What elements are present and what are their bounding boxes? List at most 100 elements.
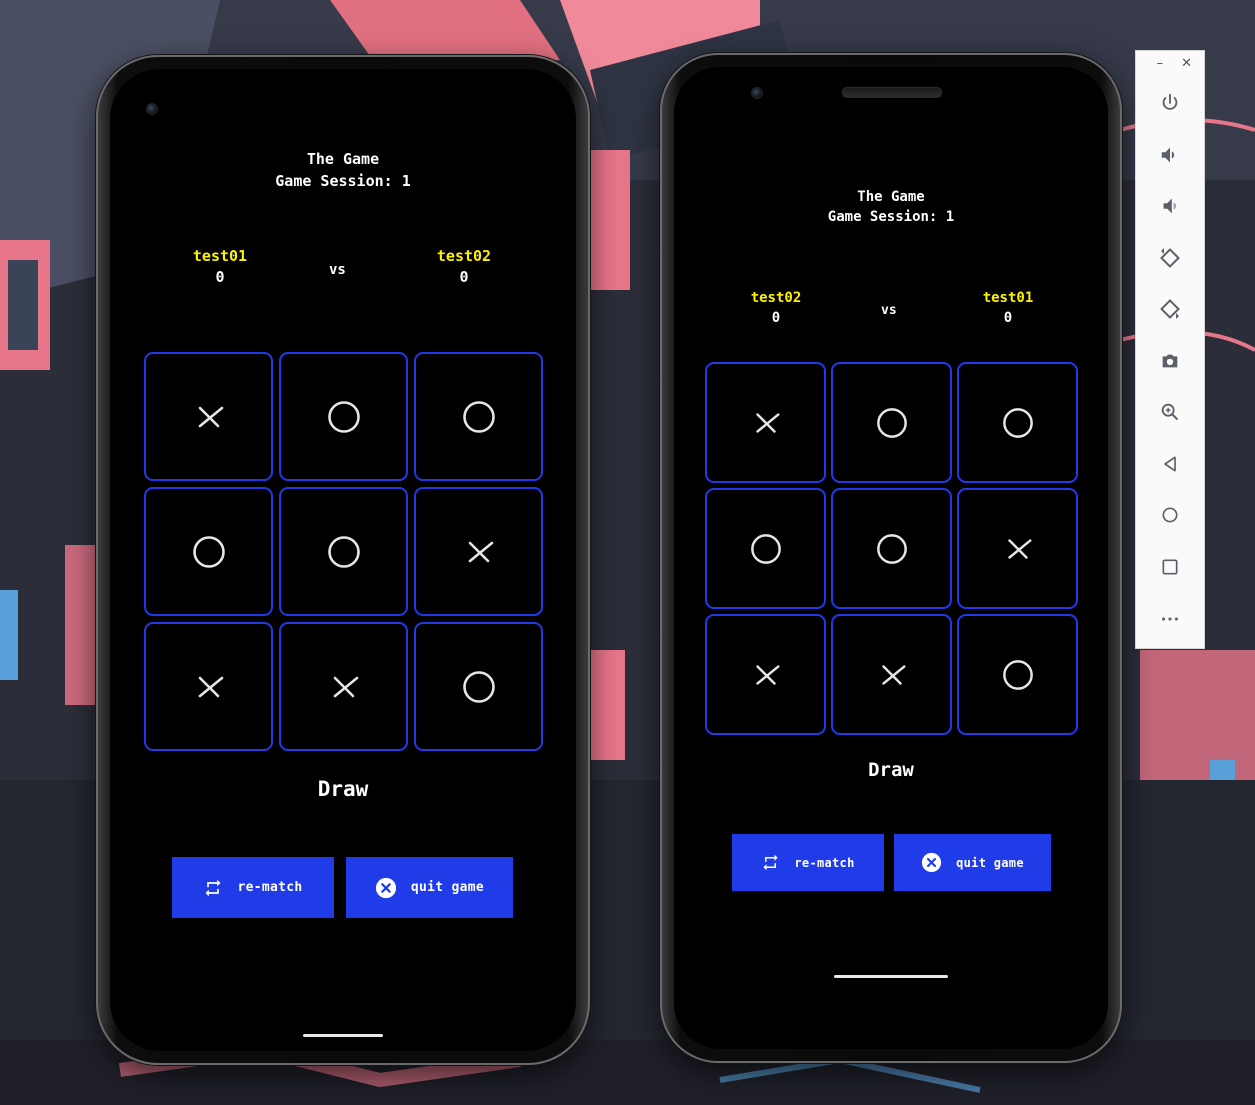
rotate-right-icon [1160, 299, 1180, 319]
board-cell[interactable] [144, 622, 273, 751]
close-icon[interactable]: ✕ [1181, 57, 1192, 70]
quit-game-button[interactable]: quit game [346, 857, 513, 918]
board-cell[interactable] [705, 614, 826, 735]
player-name: test01 [982, 290, 1034, 306]
rematch-button[interactable]: re-match [732, 834, 884, 891]
game-header: The Game Game Session: 1 [674, 187, 1108, 228]
board-cell[interactable] [705, 488, 826, 609]
player-score: 0 [771, 309, 781, 326]
power-button[interactable] [1136, 85, 1204, 121]
minimize-icon[interactable]: – [1157, 57, 1164, 70]
o-mark-icon [327, 400, 360, 433]
rematch-label: re-match [794, 855, 855, 870]
o-mark-icon [1002, 407, 1033, 438]
phone-screen: The Game Game Session: 1 test02 0 vs tes… [674, 67, 1108, 1049]
board-cell[interactable] [831, 488, 952, 609]
cancel-icon [922, 852, 942, 873]
board-cell[interactable] [831, 614, 952, 735]
player-left: test02 0 [736, 289, 816, 328]
phone-screen: The Game Game Session: 1 test01 0 vs tes… [110, 69, 576, 1051]
player-right: test01 0 [968, 289, 1048, 328]
board-cell[interactable] [144, 487, 273, 616]
earpiece-speaker [842, 87, 942, 98]
board-cell[interactable] [279, 487, 408, 616]
vs-label: vs [329, 262, 346, 278]
game-title: The Game [306, 150, 380, 168]
zoom-icon [1161, 403, 1178, 420]
gesture-home-bar[interactable] [303, 1034, 383, 1037]
camera-icon [1162, 354, 1178, 368]
more-button[interactable] [1136, 601, 1204, 637]
home-button[interactable] [1136, 497, 1204, 533]
game-session: Game Session: 1 [275, 171, 411, 190]
game-session: Game Session: 1 [827, 209, 955, 226]
emulator-toolbar: – ✕ [1135, 50, 1205, 649]
front-camera [146, 103, 158, 115]
rotate-left-button[interactable] [1136, 240, 1204, 276]
x-mark-icon [755, 664, 779, 685]
x-mark-icon [468, 541, 493, 562]
repeat-icon [205, 879, 221, 896]
repeat-icon [763, 854, 779, 871]
board-cell[interactable] [279, 622, 408, 751]
player-name: test01 [192, 247, 248, 265]
game-board [144, 352, 543, 751]
overview-icon [1162, 559, 1178, 575]
board-cell[interactable] [831, 362, 952, 483]
quit-label: quit game [956, 855, 1024, 870]
volume-up-icon [1161, 147, 1175, 163]
back-button[interactable] [1136, 446, 1204, 482]
emulator-phone-right: The Game Game Session: 1 test02 0 vs tes… [660, 53, 1122, 1063]
o-mark-icon [876, 407, 907, 438]
emulator-phone-left: The Game Game Session: 1 test01 0 vs tes… [96, 55, 590, 1065]
more-icon [1162, 617, 1178, 621]
o-mark-icon [327, 535, 360, 568]
zoom-button[interactable] [1136, 394, 1204, 430]
quit-label: quit game [410, 880, 485, 895]
game-header: The Game Game Session: 1 [110, 149, 576, 193]
screenshot-button[interactable] [1136, 343, 1204, 379]
window-controls: – ✕ [1157, 57, 1192, 70]
volume-up-button[interactable] [1136, 137, 1204, 173]
board-cell[interactable] [957, 488, 1078, 609]
board-cell[interactable] [957, 614, 1078, 735]
rematch-label: re-match [237, 880, 303, 895]
board-cell[interactable] [279, 352, 408, 481]
x-mark-icon [198, 406, 223, 427]
o-mark-icon [192, 535, 225, 568]
x-mark-icon [198, 676, 223, 697]
board-cell[interactable] [414, 352, 543, 481]
o-mark-icon [750, 533, 781, 564]
rotate-left-icon [1160, 248, 1180, 268]
rematch-button[interactable]: re-match [172, 857, 334, 918]
vs-label: vs [881, 303, 897, 318]
cancel-icon [375, 877, 397, 898]
player-name: test02 [750, 290, 802, 306]
back-icon [1164, 456, 1176, 472]
player-score: 0 [1003, 309, 1013, 326]
game-board [705, 362, 1078, 735]
o-mark-icon [462, 670, 495, 703]
player-score: 0 [215, 268, 225, 286]
power-icon [1162, 93, 1178, 110]
o-mark-icon [876, 533, 907, 564]
volume-down-icon [1163, 198, 1176, 214]
board-cell[interactable] [957, 362, 1078, 483]
overview-button[interactable] [1136, 549, 1204, 585]
x-mark-icon [881, 664, 905, 685]
game-result: Draw [317, 777, 369, 801]
board-cell[interactable] [144, 352, 273, 481]
board-cell[interactable] [414, 622, 543, 751]
home-icon [1162, 507, 1178, 523]
player-right: test02 0 [424, 246, 504, 288]
rotate-right-button[interactable] [1136, 291, 1204, 327]
o-mark-icon [1002, 659, 1033, 690]
gesture-home-bar[interactable] [834, 975, 948, 978]
x-mark-icon [1007, 538, 1031, 559]
quit-game-button[interactable]: quit game [894, 834, 1051, 891]
volume-down-button[interactable] [1136, 188, 1204, 224]
board-cell[interactable] [414, 487, 543, 616]
board-cell[interactable] [705, 362, 826, 483]
game-result: Draw [868, 759, 914, 781]
player-name: test02 [436, 247, 492, 265]
